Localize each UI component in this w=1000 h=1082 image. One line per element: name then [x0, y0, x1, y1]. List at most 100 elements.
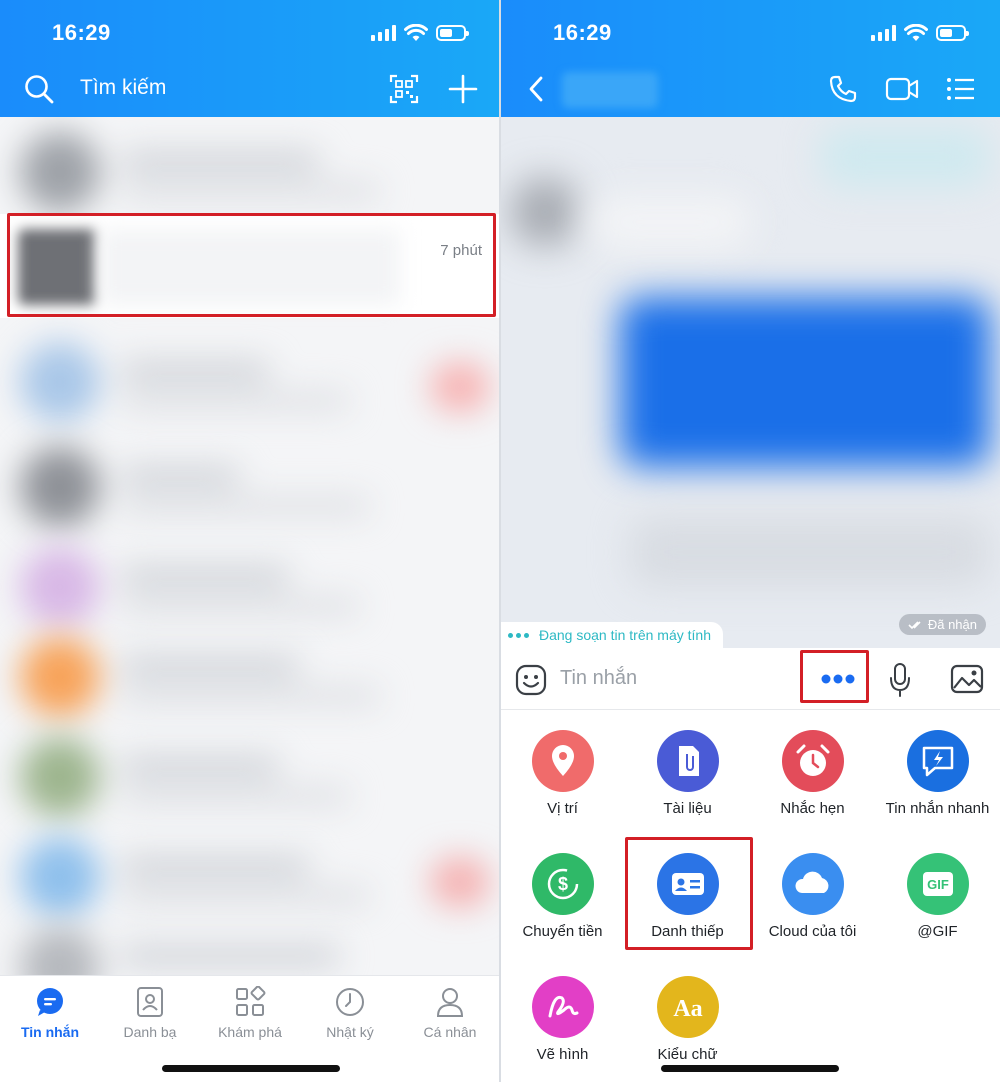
grid-item-money-transfer[interactable]: $ Chuyển tiền [500, 853, 625, 941]
nav-item-timeline[interactable]: Nhật ký [300, 986, 400, 1040]
highlight-box [7, 213, 496, 317]
cloud-icon [781, 853, 844, 915]
bottom-nav: Tin nhắn Danh bạ Khám phá Nhật ký Cá nhâ… [0, 975, 500, 1082]
contact-name-blurred [562, 72, 658, 108]
chat-screen: 16:29 Đang soạn tin trên máy tính Đã nhậ… [500, 0, 1000, 1082]
nav-label: Nhật ký [326, 1024, 374, 1040]
nav-label: Khám phá [218, 1024, 282, 1040]
grid-item-location[interactable]: Vị trí [500, 730, 625, 818]
grid-item-reminder[interactable]: Nhắc hẹn [750, 730, 875, 818]
status-icons [371, 24, 469, 42]
nav-item-profile[interactable]: Cá nhân [400, 986, 500, 1040]
grid-label: @GIF [917, 923, 958, 940]
svg-text:GIF: GIF [927, 877, 949, 892]
received-text: Đã nhận [927, 617, 977, 632]
conversation-list-screen: 16:29 Tìm kiếm 7 phút Tin nhắn Danh bạ K… [0, 0, 500, 1082]
quick-message-icon [906, 730, 969, 792]
received-badge: Đã nhận [898, 614, 986, 635]
qr-scan-icon[interactable] [389, 74, 419, 104]
chat-messages-area [500, 117, 1000, 648]
typing-text: Đang soạn tin trên máy tính [539, 627, 711, 643]
grid-label: Chuyển tiền [522, 923, 603, 940]
svg-text:$: $ [557, 874, 567, 894]
back-arrow-icon[interactable] [527, 76, 545, 102]
status-icons [871, 24, 969, 42]
video-call-icon[interactable] [885, 76, 919, 102]
message-bubble-blurred [820, 127, 990, 187]
list-item[interactable] [0, 437, 500, 537]
menu-list-icon[interactable] [946, 76, 976, 102]
grid-discover-icon [236, 986, 266, 1016]
home-indicator [661, 1065, 839, 1072]
list-item[interactable] [0, 917, 500, 975]
signal-icon [371, 25, 396, 41]
grid-label: Vẽ hình [536, 1046, 589, 1063]
list-item[interactable] [0, 537, 500, 637]
person-icon [436, 988, 464, 1017]
list-item[interactable] [0, 627, 500, 727]
wifi-icon [404, 24, 428, 41]
wifi-icon [904, 24, 928, 41]
typing-indicator: Đang soạn tin trên máy tính [500, 622, 723, 648]
font-style-icon: Aa [656, 976, 719, 1038]
grid-item-document[interactable]: Tài liệu [625, 730, 750, 818]
clock-icon [336, 988, 364, 1016]
location-pin-icon [531, 730, 594, 792]
grid-label: Tin nhắn nhanh [885, 800, 990, 817]
highlight-box [800, 650, 869, 703]
grid-item-gif[interactable]: GIF @GIF [875, 853, 1000, 941]
message-bubble-blurred [630, 517, 990, 587]
search-bar[interactable]: Tìm kiếm [0, 70, 500, 110]
typing-dots-icon [508, 632, 529, 638]
search-icon[interactable] [24, 74, 54, 104]
grid-label: Cloud của tôi [768, 923, 857, 940]
contacts-icon [137, 987, 163, 1017]
document-icon [656, 730, 719, 792]
microphone-icon[interactable] [888, 662, 912, 698]
grid-label: Tài liệu [663, 800, 712, 817]
message-bubble-blurred [620, 297, 990, 467]
nav-label: Danh bạ [123, 1024, 177, 1040]
money-transfer-icon: $ [531, 853, 594, 915]
sticker-emoji-icon[interactable] [515, 664, 547, 696]
highlight-box [625, 837, 753, 950]
grid-label: Nhắc hẹn [780, 800, 845, 817]
signal-icon [871, 25, 896, 41]
battery-icon [436, 25, 469, 41]
panel-divider [499, 0, 501, 1082]
nav-item-messages[interactable]: Tin nhắn [0, 986, 100, 1040]
draw-icon [531, 976, 594, 1038]
grid-item-cloud[interactable]: Cloud của tôi [750, 853, 875, 941]
grid-item-draw[interactable]: Vẽ hình [500, 976, 625, 1064]
nav-item-contacts[interactable]: Danh bạ [100, 986, 200, 1040]
list-item[interactable] [0, 127, 500, 217]
nav-item-discover[interactable]: Khám phá [200, 986, 300, 1040]
list-item[interactable] [0, 727, 500, 827]
compose-bar: Tin nhắn [500, 648, 1000, 710]
chat-header: 16:29 [500, 0, 1000, 117]
list-header: 16:29 Tìm kiếm [0, 0, 500, 117]
list-item[interactable] [0, 827, 500, 927]
grid-label: Kiểu chữ [657, 1046, 718, 1063]
phone-call-icon[interactable] [828, 74, 858, 104]
home-indicator [162, 1065, 340, 1072]
list-item[interactable] [0, 332, 500, 432]
screenshot-root: 16:29 Tìm kiếm 7 phút Tin nhắn Danh bạ K… [0, 0, 1000, 1082]
alarm-clock-icon [781, 730, 844, 792]
double-check-icon [908, 620, 921, 629]
add-icon[interactable] [448, 74, 478, 104]
message-input[interactable]: Tin nhắn [560, 667, 637, 690]
nav-label: Tin nhắn [20, 1024, 80, 1040]
grid-item-quick-message[interactable]: Tin nhắn nhanh [875, 730, 1000, 818]
svg-text:Aa: Aa [673, 996, 702, 1022]
avatar-blurred [510, 177, 580, 247]
image-gallery-icon[interactable] [950, 664, 984, 694]
gif-icon: GIF [906, 853, 969, 915]
message-bubble-blurred [590, 197, 750, 247]
grid-item-font-style[interactable]: Aa Kiểu chữ [625, 976, 750, 1064]
status-time: 16:29 [52, 20, 111, 45]
grid-label: Vị trí [547, 800, 578, 817]
nav-label: Cá nhân [423, 1024, 477, 1040]
status-time: 16:29 [553, 20, 612, 45]
search-label[interactable]: Tìm kiếm [80, 76, 166, 100]
